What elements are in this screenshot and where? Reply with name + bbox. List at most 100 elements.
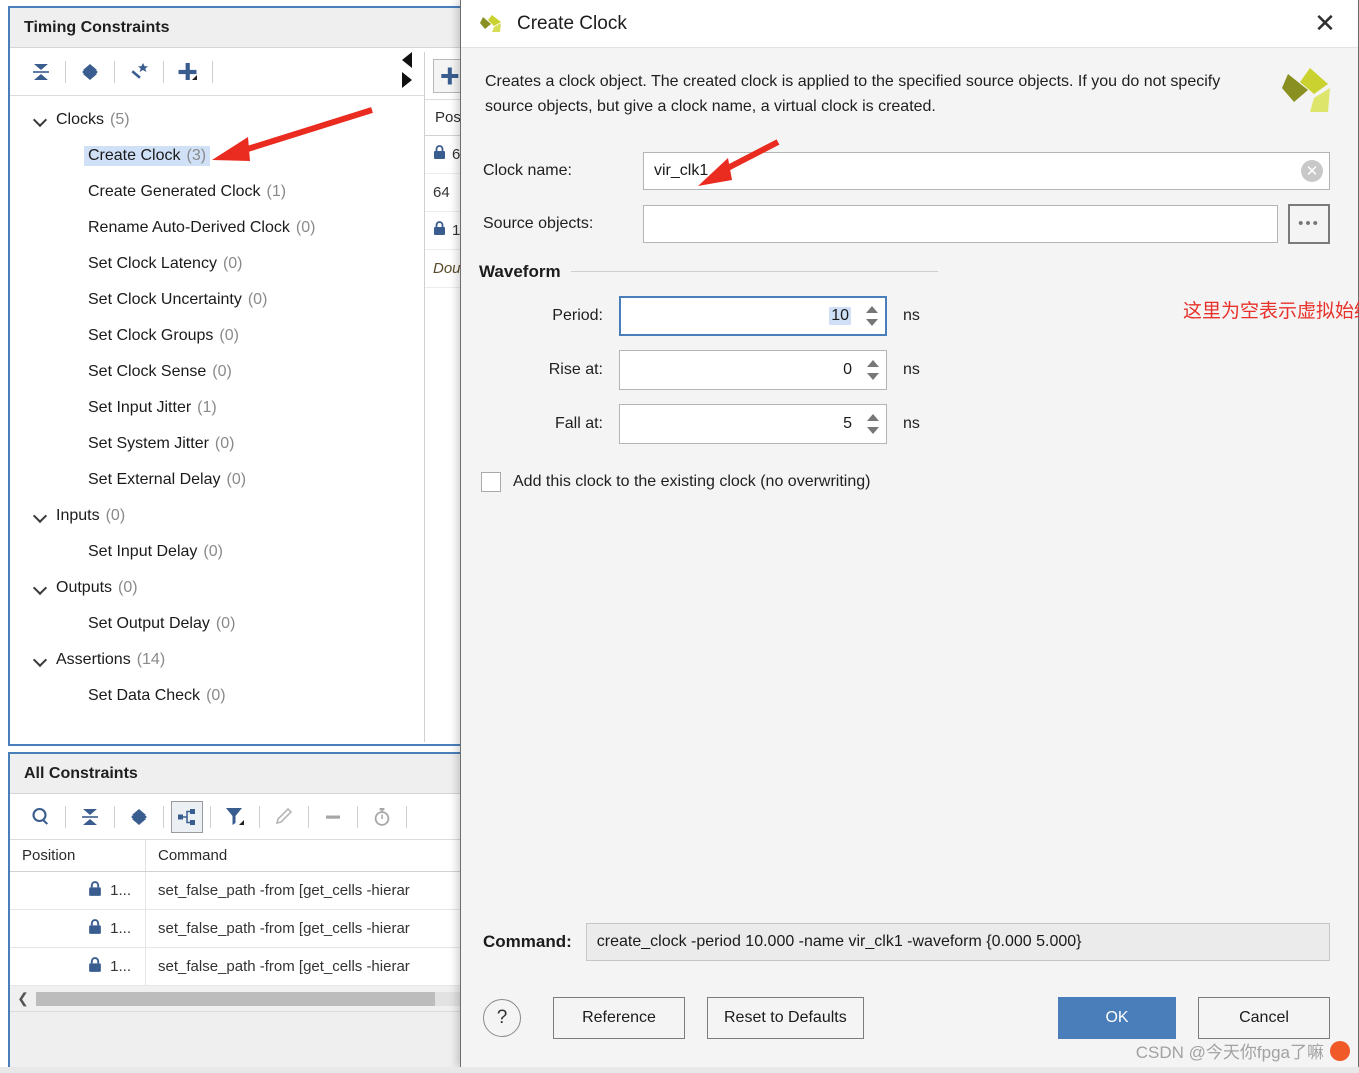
- tree-item-count: (0): [105, 507, 126, 524]
- tree-item-label: Set Input Delay: [88, 543, 198, 560]
- tree-item-set-output-delay[interactable]: Set Output Delay (0): [10, 606, 452, 642]
- csdn-watermark: CSDN @今天你fpga了嘛: [1136, 1038, 1350, 1063]
- search-icon[interactable]: [24, 800, 58, 834]
- expand-all-icon[interactable]: [122, 800, 156, 834]
- remove-icon[interactable]: [316, 800, 350, 834]
- edit-icon[interactable]: [267, 800, 301, 834]
- tree-item-set-clock-uncertainty[interactable]: Set Clock Uncertainty (0): [10, 282, 452, 318]
- tree-item-label: Set Clock Uncertainty: [88, 291, 242, 308]
- collapse-all-icon[interactable]: [73, 800, 107, 834]
- tree-item-set-clock-latency[interactable]: Set Clock Latency (0): [10, 246, 452, 282]
- table-row[interactable]: 1... set_false_path -from [get_cells -hie…: [10, 910, 470, 948]
- tree-item-clocks[interactable]: Clocks (5): [10, 102, 452, 138]
- browse-source-objects-button[interactable]: •••: [1288, 203, 1330, 244]
- tree-item-set-bus-skew[interactable]: Set Bus Skew(14): [10, 714, 452, 716]
- column-header-command[interactable]: Command: [145, 840, 470, 871]
- chevron-down-icon[interactable]: [32, 508, 48, 524]
- tree-item-set-clock-sense[interactable]: Set Clock Sense (0): [10, 354, 452, 390]
- cancel-button[interactable]: Cancel: [1198, 997, 1330, 1039]
- tree-item-label: Clocks: [56, 111, 105, 128]
- add-to-existing-clock-checkbox[interactable]: [481, 471, 501, 492]
- tree-item-inputs[interactable]: Inputs (0): [10, 498, 452, 534]
- add-constraint-icon[interactable]: [171, 55, 205, 89]
- rise-value-wrap: 0: [620, 351, 860, 389]
- vivado-logo-icon: [479, 11, 505, 37]
- stepper-down-icon[interactable]: [867, 426, 879, 434]
- tree-item-count: (1): [266, 183, 287, 200]
- clear-icon[interactable]: ✕: [1301, 159, 1323, 182]
- reset-to-defaults-button[interactable]: Reset to Defaults: [707, 997, 864, 1039]
- table-row[interactable]: 1... set_false_path -from [get_cells -hie…: [10, 948, 470, 986]
- column-header-position[interactable]: Position: [10, 847, 145, 864]
- chevron-down-icon[interactable]: [32, 112, 48, 128]
- timer-icon[interactable]: [365, 800, 399, 834]
- lock-icon: [433, 145, 446, 164]
- tree-item-count: (0): [295, 219, 316, 236]
- tree-item-count: (5): [110, 111, 130, 128]
- reference-button[interactable]: Reference: [553, 997, 685, 1039]
- collapse-all-icon[interactable]: [24, 55, 58, 89]
- nav-left-icon[interactable]: [402, 52, 412, 68]
- waveform-section-header: Waveform: [479, 262, 1358, 282]
- fall-at-label: Fall at:: [554, 414, 603, 432]
- hscroll-track[interactable]: [36, 991, 470, 1006]
- tree-item-set-data-check[interactable]: Set Data Check (0): [10, 678, 452, 714]
- rise-at-unit: ns: [903, 360, 920, 378]
- tree-item-set-external-delay[interactable]: Set External Delay (0): [10, 462, 452, 498]
- period-stepper[interactable]: 10: [619, 295, 887, 336]
- tree-item-create-generated-clock[interactable]: Create Generated Clock (1): [10, 174, 452, 210]
- close-icon[interactable]: ✕: [1308, 7, 1342, 41]
- toolbar-separator: [114, 60, 115, 83]
- constraints-table-header: Position Command: [10, 840, 470, 872]
- period-stepper-arrows: [859, 298, 885, 334]
- tree-item-set-system-jitter[interactable]: Set System Jitter (0): [10, 426, 452, 462]
- filter-icon[interactable]: [218, 800, 252, 834]
- add-to-existing-clock-label: Add this clock to the existing clock (no…: [513, 472, 871, 490]
- nav-right-icon[interactable]: [402, 72, 412, 88]
- clock-name-input[interactable]: vir_clk1 ✕: [643, 151, 1330, 190]
- constraints-tree[interactable]: Clocks (5) Create Clock (3) Create Generated…: [10, 96, 452, 716]
- source-objects-input[interactable]: [643, 204, 1278, 243]
- tree-item-outputs[interactable]: Outputs (0): [10, 570, 452, 606]
- stepper-down-icon[interactable]: [867, 372, 879, 380]
- tree-item-rename-auto-derived-clock[interactable]: Rename Auto-Derived Clock (0): [10, 210, 452, 246]
- dialog-titlebar: Create Clock ✕: [461, 0, 1358, 48]
- tree-item-set-clock-groups[interactable]: Set Clock Groups (0): [10, 318, 452, 354]
- chevron-down-icon[interactable]: [32, 580, 48, 596]
- tree-item-assertions[interactable]: Assertions (14): [10, 642, 452, 678]
- dialog-description-text: Creates a clock object. The created cloc…: [485, 73, 1221, 115]
- lock-icon: [433, 221, 446, 240]
- rise-at-stepper[interactable]: 0: [619, 349, 887, 390]
- timing-constraints-toolbar: [10, 48, 470, 96]
- fall-at-stepper[interactable]: 5: [619, 403, 887, 444]
- dialog-body: Creates a clock object. The created cloc…: [461, 48, 1359, 1067]
- tree-item-set-input-delay[interactable]: Set Input Delay (0): [10, 534, 452, 570]
- table-row[interactable]: 1... set_false_path -from [get_cells -hie…: [10, 872, 470, 910]
- ok-button[interactable]: OK: [1058, 997, 1176, 1039]
- constraints-empty-area: [10, 1012, 470, 1073]
- toolbar-separator: [65, 805, 66, 828]
- hscroll-thumb[interactable]: [36, 991, 436, 1006]
- cell-command: set_false_path -from [get_cells -hierar: [145, 910, 470, 947]
- lock-icon: [88, 956, 102, 977]
- constraints-tree-wrapper: Clocks (5) Create Clock (3) Create Generated…: [10, 96, 470, 716]
- hierarchy-icon[interactable]: [171, 800, 203, 833]
- command-row: Command: create_clock -period 10.000 -na…: [483, 923, 1330, 961]
- horizontal-scrollbar[interactable]: ❮: [10, 986, 470, 1012]
- scroll-left-icon[interactable]: ❮: [10, 990, 36, 1007]
- tree-item-set-input-jitter[interactable]: Set Input Jitter (1): [10, 390, 452, 426]
- cell-command: set_false_path -from [get_cells -hierar: [145, 948, 470, 985]
- toolbar-separator: [114, 805, 115, 828]
- stepper-up-icon[interactable]: [867, 413, 879, 421]
- expand-all-icon[interactable]: [73, 55, 107, 89]
- period-value-wrap: 10: [621, 298, 859, 334]
- help-button[interactable]: ?: [483, 999, 521, 1037]
- stepper-up-icon[interactable]: [867, 359, 879, 367]
- tree-item-create-clock[interactable]: Create Clock (3): [10, 138, 452, 174]
- magic-wand-icon[interactable]: [122, 55, 156, 89]
- tree-item-count: (0): [215, 615, 236, 632]
- stepper-up-icon[interactable]: [866, 305, 878, 313]
- chevron-down-icon[interactable]: [32, 652, 48, 668]
- stepper-down-icon[interactable]: [866, 318, 878, 326]
- toolbar-separator: [259, 805, 260, 828]
